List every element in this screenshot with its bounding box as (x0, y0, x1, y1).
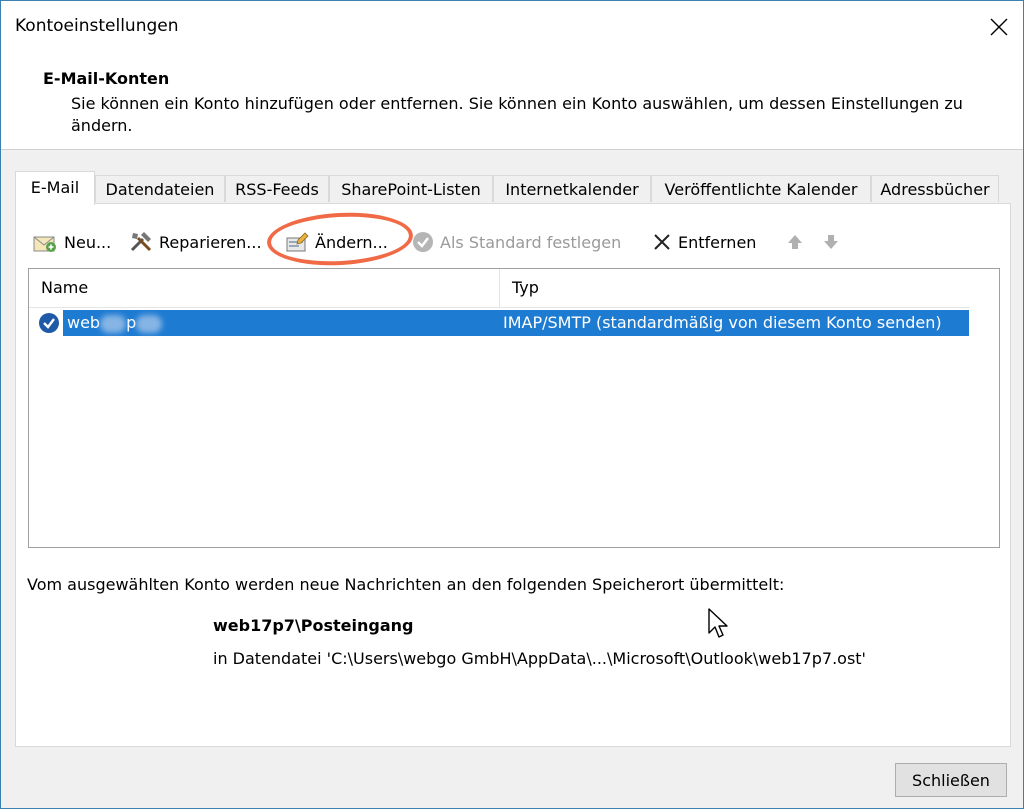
default-account-check-icon (39, 313, 59, 333)
change-account-label: Ändern... (315, 232, 388, 252)
set-default-button[interactable]: Als Standard festlegen (412, 224, 621, 260)
move-up-button[interactable] (786, 224, 810, 260)
delivery-folder: web17p7\Posteingang (213, 616, 414, 635)
list-header: Name Typ (29, 269, 969, 308)
change-settings-icon (286, 232, 309, 252)
remove-x-icon (654, 234, 670, 250)
column-header-name[interactable]: Name (29, 269, 499, 307)
tab-strip: E-Mail Datendateien RSS-Feeds SharePoint… (15, 171, 1005, 205)
table-row[interactable]: web p IMAP/SMTP (standardmäßig von diesem… (63, 310, 969, 336)
title-bar: Kontoeinstellungen (1, 1, 1023, 53)
tab-sharepoint-lists[interactable]: SharePoint-Listen (329, 175, 493, 202)
account-name-cell: web p (67, 310, 163, 336)
account-type-cell: IMAP/SMTP (standardmäßig von diesem Kont… (503, 313, 942, 332)
section-description: Sie können ein Konto hinzufügen oder ent… (71, 94, 963, 135)
tools-icon (130, 232, 152, 252)
checkmark-circle-icon (413, 232, 433, 252)
arrow-up-icon (788, 235, 802, 249)
window-close-button[interactable] (981, 9, 1017, 45)
arrow-down-icon (824, 235, 838, 249)
column-header-type[interactable]: Typ (499, 269, 969, 307)
close-dialog-button[interactable]: Schließen (895, 763, 1007, 797)
delivery-intro: Vom ausgewählten Konto werden neue Nachr… (27, 575, 785, 594)
remove-account-label: Entfernen (678, 232, 757, 252)
redacted-blur (100, 314, 127, 333)
new-mail-icon (33, 236, 56, 252)
account-name-start: web (67, 313, 101, 332)
tab-rss-feeds[interactable]: RSS-Feeds (225, 175, 329, 202)
section-title: E-Mail-Konten (43, 69, 170, 88)
change-account-button[interactable]: Ändern... (285, 224, 388, 260)
delivery-data-file: in Datendatei 'C:\Users\webgo GmbH\AppDa… (213, 649, 866, 668)
repair-account-button[interactable]: Reparieren... (129, 224, 262, 260)
tab-address-books[interactable]: Adressbücher (871, 175, 999, 202)
window-title: Kontoeinstellungen (15, 16, 179, 36)
tab-data-files[interactable]: Datendateien (95, 175, 225, 202)
tab-email[interactable]: E-Mail (15, 171, 95, 205)
new-account-button[interactable]: Neu... (32, 224, 111, 260)
redacted-blur (136, 314, 163, 333)
tab-internet-calendars[interactable]: Internetkalender (493, 175, 651, 202)
account-settings-dialog: Kontoeinstellungen E-Mail-Konten Sie kön… (0, 0, 1024, 809)
account-toolbar: Neu... Reparieren... Ändern... Als Stand… (32, 224, 992, 260)
set-default-label: Als Standard festlegen (440, 232, 622, 252)
close-icon (990, 18, 1008, 36)
repair-account-label: Reparieren... (159, 232, 262, 252)
mouse-cursor-icon (708, 608, 728, 638)
move-down-button[interactable] (822, 224, 846, 260)
tab-published-calendars[interactable]: Veröffentlichte Kalender (651, 175, 871, 202)
account-list[interactable]: Name Typ web p IMAP/SMTP (standardmäßig v… (28, 268, 1000, 548)
account-name-end: p (126, 313, 137, 332)
new-account-label: Neu... (64, 232, 112, 252)
remove-account-button[interactable]: Entfernen (652, 224, 756, 260)
dialog-header: E-Mail-Konten Sie können ein Konto hinzu… (1, 53, 1023, 150)
